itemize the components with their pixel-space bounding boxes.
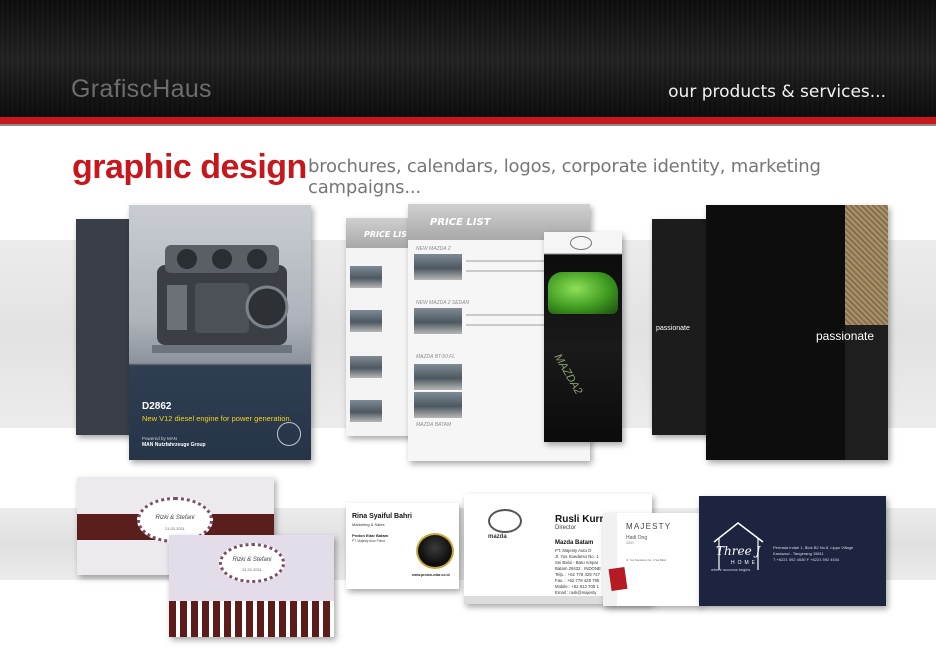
wedding-card-oval: Rizki & Stefani 21.01.2011 xyxy=(219,543,285,583)
man-footer-company: MAN Nutzfahrzeuge Group xyxy=(142,442,206,448)
dark-panel xyxy=(845,325,888,460)
car-thumbnail xyxy=(350,400,382,422)
proton-card-website: www.proton-edar.co.id xyxy=(412,573,450,577)
proton-card-address: PT. Majesty Auto Prima xyxy=(352,539,385,543)
passionate-back: passionate xyxy=(652,219,710,435)
wedding-card-back[interactable]: Rizki & Stefani 21.01.2011 xyxy=(169,535,334,637)
proton-business-card[interactable]: Rina Syaiful Bahri Marketing & Sales Pro… xyxy=(346,503,459,589)
majesty-address: Jl. Yos Soedarso No. 1 Sei Baloi xyxy=(626,558,667,562)
wedding-names: Rizki & Stefani xyxy=(155,515,195,521)
mazda-card-address: PT. Majesty Auto D Jl. Yos Soedarso No. … xyxy=(555,548,601,596)
brand-name: GrafiscHaus xyxy=(71,75,212,103)
wedding-card-stripes xyxy=(169,601,334,637)
engine-illustration-icon xyxy=(152,245,292,353)
mazda-rack-text: MAZDA2 xyxy=(551,352,585,397)
mazda-pricelist-back: PRICE LIS xyxy=(346,218,416,436)
section-subtitle: brochures, calendars, logos, corporate i… xyxy=(308,156,821,198)
wedding-date: 21.01.2011 xyxy=(242,567,262,572)
man-brochure-title: D2862 xyxy=(142,401,172,412)
car-thumbnail xyxy=(350,266,382,288)
mazda-rack-card[interactable]: MAZDA2 xyxy=(544,232,622,442)
header-divider xyxy=(0,124,936,126)
proton-card-name: Rina Syaiful Bahri xyxy=(352,513,412,520)
threej-brand: Three J xyxy=(716,544,761,558)
threej-address: Permata Indah 1, Blok B2 No.8, Lippo Vil… xyxy=(773,545,853,563)
mazda-logo-text: mazda xyxy=(488,534,507,540)
passionate-brochure[interactable]: passionate xyxy=(706,205,888,460)
proton-card-role: Marketing & Sales xyxy=(352,522,385,527)
majesty-title: MAJESTY xyxy=(626,522,672,531)
car-thumbnail xyxy=(414,364,462,390)
car-thumbnail xyxy=(414,254,462,280)
passionate-back-word: passionate xyxy=(656,325,690,332)
man-logo-icon xyxy=(277,422,301,446)
pricelist-model-heading: NEW MAZDA 2 SEDAN xyxy=(416,300,470,306)
majesty-business-card[interactable]: MAJESTY Hadi Ong CEO Jl. Yos Soedarso No… xyxy=(603,513,701,606)
majesty-logo-icon xyxy=(608,566,628,592)
pricelist-title: PRICE LIST xyxy=(430,217,491,228)
proton-logo-icon xyxy=(416,533,454,569)
majesty-side-bar xyxy=(603,513,617,606)
proton-card-company: Proton Edar Batam xyxy=(352,533,389,538)
man-footer-label: Powered by MAN xyxy=(142,436,178,441)
passionate-word: passionate xyxy=(816,329,875,343)
threej-phone: T +6221 592 4530 F +6221 592 4534 xyxy=(773,557,840,562)
pricelist-dealer: MAZDA BATAM xyxy=(416,422,452,428)
mazda-logo-icon xyxy=(570,236,592,250)
mazda-logo-icon xyxy=(488,509,522,533)
header-tagline: our products & services... xyxy=(668,82,886,102)
mazda-card-name: Rusli Kurn xyxy=(555,514,606,525)
man-brochure-back xyxy=(76,219,134,435)
majesty-role: CEO xyxy=(626,541,634,545)
car-thumbnail xyxy=(414,308,462,334)
header-accent-line xyxy=(0,117,936,124)
threej-business-card[interactable]: Three J HOME where success begins Permat… xyxy=(699,496,886,606)
man-brochure-description: New V12 diesel engine for power generati… xyxy=(142,414,292,423)
threej-home-label: HOME xyxy=(731,560,758,566)
green-car-image xyxy=(548,272,618,314)
mazda-card-role: Director xyxy=(555,525,577,531)
threej-slogan: where success begins xyxy=(711,567,751,572)
car-thumbnail xyxy=(414,392,462,418)
wedding-names: Rizki & Stefani xyxy=(232,557,272,563)
pricelist-back-title: PRICE LIS xyxy=(364,230,407,239)
pricelist-model-heading: MAZDA BT-50 FL xyxy=(416,354,456,360)
car-thumbnail xyxy=(350,310,382,332)
wedding-date: 21.01.2011 xyxy=(165,526,185,531)
mazda-card-company: Mazda Batam xyxy=(555,540,594,546)
car-thumbnail xyxy=(350,356,382,378)
pricelist-model-heading: NEW MAZDA 2 xyxy=(416,246,451,252)
section-title: graphic design xyxy=(72,148,307,186)
man-brochure-cover[interactable]: D2862 New V12 diesel engine for power ge… xyxy=(129,205,311,460)
